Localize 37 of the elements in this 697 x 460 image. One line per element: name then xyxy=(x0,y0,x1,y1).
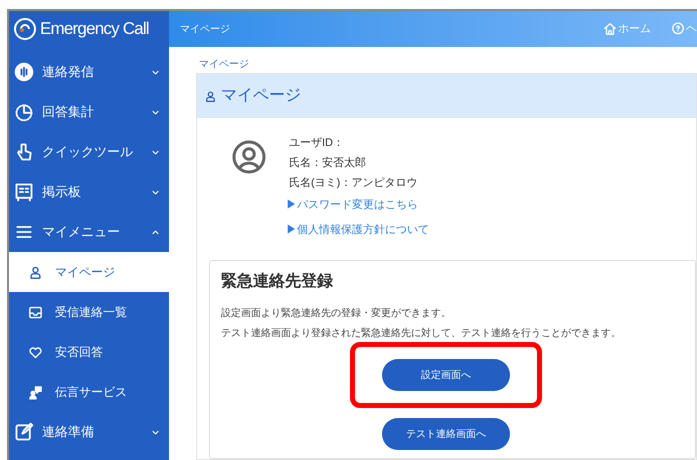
speaker-icon xyxy=(14,62,34,82)
sidebar-submenu-item[interactable]: マイページ xyxy=(9,252,169,292)
sidebar-menu-item[interactable]: 掲示板 xyxy=(9,172,169,212)
card-description: 設定画面より緊急連絡先の登録・変更ができます。 xyxy=(221,306,452,321)
panel-title: マイページ xyxy=(221,86,301,106)
person-chat-icon xyxy=(28,384,43,400)
sidebar-menu-item[interactable]: 連絡準備 xyxy=(9,412,169,452)
sidebar-submenu-item[interactable]: 安否回答 xyxy=(9,332,169,372)
breadcrumb-link[interactable]: マイページ xyxy=(199,60,697,70)
help-icon xyxy=(671,22,685,36)
action-button[interactable]: 設定画面へ xyxy=(382,359,510,391)
sidebar-submenu-item[interactable]: 伝言サービス xyxy=(9,372,169,412)
logo-icon xyxy=(13,17,37,41)
sidebar-menu-item[interactable]: 回答集計 xyxy=(9,92,169,132)
user-info-text: 氏名(ヨミ)：アンピタロウ xyxy=(289,176,418,191)
sidebar-menu-item[interactable]: クイックツール xyxy=(9,132,169,172)
action-button[interactable]: テスト連絡画面へ xyxy=(382,418,510,450)
board-icon xyxy=(14,182,34,202)
info-link[interactable]: ▶個人情報保護方針について xyxy=(286,220,429,240)
sidebar-menu-item[interactable]: 連絡発信 xyxy=(9,52,169,92)
info-link[interactable]: ▶パスワード変更はこちら xyxy=(286,195,429,215)
inbox-icon xyxy=(28,304,43,320)
heart-icon xyxy=(28,344,43,360)
home-icon xyxy=(603,22,617,36)
user-icon xyxy=(204,90,217,102)
sidebar-submenu-item[interactable]: 受信連絡一覧 xyxy=(9,292,169,332)
pie-chart-icon xyxy=(14,102,34,122)
card-title: 緊急連絡先登録 xyxy=(221,272,334,292)
avatar-icon xyxy=(231,139,267,175)
user-info-text: ユーザID： xyxy=(289,136,345,151)
user-info-text: 氏名：安否太郎 xyxy=(289,156,367,171)
edit-icon xyxy=(14,422,34,442)
user-icon xyxy=(28,264,43,280)
card-description: テスト連絡画面より登録された緊急連絡先に対して、テスト連絡を行うことができます。 xyxy=(221,326,622,341)
sidebar-menu-item[interactable]: マイメニュー xyxy=(9,212,169,252)
app-logo: Emergency Call xyxy=(40,18,149,40)
page-title: マイページ xyxy=(180,22,230,36)
